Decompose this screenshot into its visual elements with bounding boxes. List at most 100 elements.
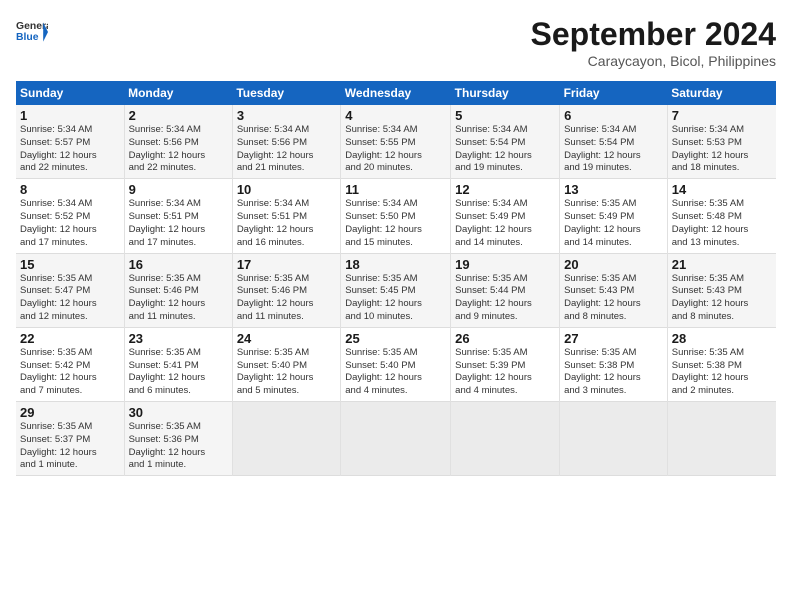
calendar-cell: 14Sunrise: 5:35 AM Sunset: 5:48 PM Dayli… <box>667 179 776 253</box>
day-info: Sunrise: 5:35 AM Sunset: 5:49 PM Dayligh… <box>564 198 641 247</box>
day-info: Sunrise: 5:35 AM Sunset: 5:38 PM Dayligh… <box>672 347 749 396</box>
calendar-cell <box>341 402 451 476</box>
day-number: 10 <box>237 182 336 197</box>
day-info: Sunrise: 5:34 AM Sunset: 5:54 PM Dayligh… <box>455 124 532 173</box>
calendar-cell: 20Sunrise: 5:35 AM Sunset: 5:43 PM Dayli… <box>560 253 668 327</box>
col-sunday: Sunday <box>16 81 124 105</box>
day-number: 8 <box>20 182 120 197</box>
table-row: 22Sunrise: 5:35 AM Sunset: 5:42 PM Dayli… <box>16 327 776 401</box>
calendar-cell: 5Sunrise: 5:34 AM Sunset: 5:54 PM Daylig… <box>451 105 560 179</box>
calendar-cell: 1Sunrise: 5:34 AM Sunset: 5:57 PM Daylig… <box>16 105 124 179</box>
day-number: 24 <box>237 331 336 346</box>
logo-icon: General Blue <box>16 16 48 48</box>
day-number: 7 <box>672 108 772 123</box>
calendar-cell: 19Sunrise: 5:35 AM Sunset: 5:44 PM Dayli… <box>451 253 560 327</box>
day-info: Sunrise: 5:34 AM Sunset: 5:49 PM Dayligh… <box>455 198 532 247</box>
calendar-cell: 7Sunrise: 5:34 AM Sunset: 5:53 PM Daylig… <box>667 105 776 179</box>
day-info: Sunrise: 5:34 AM Sunset: 5:55 PM Dayligh… <box>345 124 422 173</box>
calendar-cell: 28Sunrise: 5:35 AM Sunset: 5:38 PM Dayli… <box>667 327 776 401</box>
day-info: Sunrise: 5:34 AM Sunset: 5:51 PM Dayligh… <box>129 198 206 247</box>
day-number: 16 <box>129 257 228 272</box>
day-number: 9 <box>129 182 228 197</box>
day-number: 12 <box>455 182 555 197</box>
calendar-cell: 2Sunrise: 5:34 AM Sunset: 5:56 PM Daylig… <box>124 105 232 179</box>
table-row: 8Sunrise: 5:34 AM Sunset: 5:52 PM Daylig… <box>16 179 776 253</box>
day-number: 25 <box>345 331 446 346</box>
calendar-cell: 6Sunrise: 5:34 AM Sunset: 5:54 PM Daylig… <box>560 105 668 179</box>
day-info: Sunrise: 5:35 AM Sunset: 5:37 PM Dayligh… <box>20 421 97 470</box>
day-info: Sunrise: 5:35 AM Sunset: 5:41 PM Dayligh… <box>129 347 206 396</box>
day-number: 17 <box>237 257 336 272</box>
logo: General Blue <box>16 16 52 48</box>
col-saturday: Saturday <box>667 81 776 105</box>
location-subtitle: Caraycayon, Bicol, Philippines <box>531 53 776 69</box>
calendar-cell: 10Sunrise: 5:34 AM Sunset: 5:51 PM Dayli… <box>232 179 340 253</box>
calendar-table: Sunday Monday Tuesday Wednesday Thursday… <box>16 81 776 476</box>
calendar-cell: 12Sunrise: 5:34 AM Sunset: 5:49 PM Dayli… <box>451 179 560 253</box>
table-row: 1Sunrise: 5:34 AM Sunset: 5:57 PM Daylig… <box>16 105 776 179</box>
calendar-cell: 30Sunrise: 5:35 AM Sunset: 5:36 PM Dayli… <box>124 402 232 476</box>
calendar-cell: 22Sunrise: 5:35 AM Sunset: 5:42 PM Dayli… <box>16 327 124 401</box>
calendar-cell: 16Sunrise: 5:35 AM Sunset: 5:46 PM Dayli… <box>124 253 232 327</box>
col-monday: Monday <box>124 81 232 105</box>
day-info: Sunrise: 5:34 AM Sunset: 5:57 PM Dayligh… <box>20 124 97 173</box>
day-number: 21 <box>672 257 772 272</box>
day-number: 30 <box>129 405 228 420</box>
day-info: Sunrise: 5:35 AM Sunset: 5:36 PM Dayligh… <box>129 421 206 470</box>
calendar-container: General Blue September 2024 Caraycayon, … <box>0 0 792 484</box>
calendar-cell: 25Sunrise: 5:35 AM Sunset: 5:40 PM Dayli… <box>341 327 451 401</box>
header: General Blue September 2024 Caraycayon, … <box>16 16 776 69</box>
day-info: Sunrise: 5:34 AM Sunset: 5:50 PM Dayligh… <box>345 198 422 247</box>
col-tuesday: Tuesday <box>232 81 340 105</box>
day-number: 5 <box>455 108 555 123</box>
calendar-cell: 21Sunrise: 5:35 AM Sunset: 5:43 PM Dayli… <box>667 253 776 327</box>
day-info: Sunrise: 5:35 AM Sunset: 5:47 PM Dayligh… <box>20 273 97 322</box>
day-number: 4 <box>345 108 446 123</box>
day-info: Sunrise: 5:34 AM Sunset: 5:56 PM Dayligh… <box>129 124 206 173</box>
day-info: Sunrise: 5:35 AM Sunset: 5:42 PM Dayligh… <box>20 347 97 396</box>
day-number: 1 <box>20 108 120 123</box>
calendar-cell <box>667 402 776 476</box>
calendar-cell: 29Sunrise: 5:35 AM Sunset: 5:37 PM Dayli… <box>16 402 124 476</box>
calendar-cell <box>232 402 340 476</box>
calendar-cell: 24Sunrise: 5:35 AM Sunset: 5:40 PM Dayli… <box>232 327 340 401</box>
day-number: 14 <box>672 182 772 197</box>
table-row: 29Sunrise: 5:35 AM Sunset: 5:37 PM Dayli… <box>16 402 776 476</box>
day-info: Sunrise: 5:35 AM Sunset: 5:46 PM Dayligh… <box>129 273 206 322</box>
day-info: Sunrise: 5:35 AM Sunset: 5:39 PM Dayligh… <box>455 347 532 396</box>
day-info: Sunrise: 5:34 AM Sunset: 5:52 PM Dayligh… <box>20 198 97 247</box>
svg-text:Blue: Blue <box>16 32 39 43</box>
day-number: 27 <box>564 331 663 346</box>
day-info: Sunrise: 5:34 AM Sunset: 5:56 PM Dayligh… <box>237 124 314 173</box>
day-info: Sunrise: 5:35 AM Sunset: 5:43 PM Dayligh… <box>672 273 749 322</box>
day-info: Sunrise: 5:34 AM Sunset: 5:54 PM Dayligh… <box>564 124 641 173</box>
calendar-cell: 27Sunrise: 5:35 AM Sunset: 5:38 PM Dayli… <box>560 327 668 401</box>
calendar-cell: 4Sunrise: 5:34 AM Sunset: 5:55 PM Daylig… <box>341 105 451 179</box>
col-thursday: Thursday <box>451 81 560 105</box>
day-number: 28 <box>672 331 772 346</box>
day-number: 13 <box>564 182 663 197</box>
day-number: 15 <box>20 257 120 272</box>
calendar-cell: 8Sunrise: 5:34 AM Sunset: 5:52 PM Daylig… <box>16 179 124 253</box>
calendar-cell <box>451 402 560 476</box>
calendar-cell: 23Sunrise: 5:35 AM Sunset: 5:41 PM Dayli… <box>124 327 232 401</box>
day-number: 26 <box>455 331 555 346</box>
col-wednesday: Wednesday <box>341 81 451 105</box>
day-number: 11 <box>345 182 446 197</box>
day-info: Sunrise: 5:35 AM Sunset: 5:45 PM Dayligh… <box>345 273 422 322</box>
calendar-cell: 11Sunrise: 5:34 AM Sunset: 5:50 PM Dayli… <box>341 179 451 253</box>
day-number: 29 <box>20 405 120 420</box>
day-number: 19 <box>455 257 555 272</box>
calendar-cell: 26Sunrise: 5:35 AM Sunset: 5:39 PM Dayli… <box>451 327 560 401</box>
day-info: Sunrise: 5:35 AM Sunset: 5:43 PM Dayligh… <box>564 273 641 322</box>
calendar-cell: 3Sunrise: 5:34 AM Sunset: 5:56 PM Daylig… <box>232 105 340 179</box>
day-number: 18 <box>345 257 446 272</box>
day-info: Sunrise: 5:34 AM Sunset: 5:51 PM Dayligh… <box>237 198 314 247</box>
day-info: Sunrise: 5:35 AM Sunset: 5:46 PM Dayligh… <box>237 273 314 322</box>
day-info: Sunrise: 5:35 AM Sunset: 5:48 PM Dayligh… <box>672 198 749 247</box>
day-info: Sunrise: 5:34 AM Sunset: 5:53 PM Dayligh… <box>672 124 749 173</box>
title-block: September 2024 Caraycayon, Bicol, Philip… <box>531 16 776 69</box>
day-info: Sunrise: 5:35 AM Sunset: 5:44 PM Dayligh… <box>455 273 532 322</box>
calendar-cell: 18Sunrise: 5:35 AM Sunset: 5:45 PM Dayli… <box>341 253 451 327</box>
calendar-cell <box>560 402 668 476</box>
